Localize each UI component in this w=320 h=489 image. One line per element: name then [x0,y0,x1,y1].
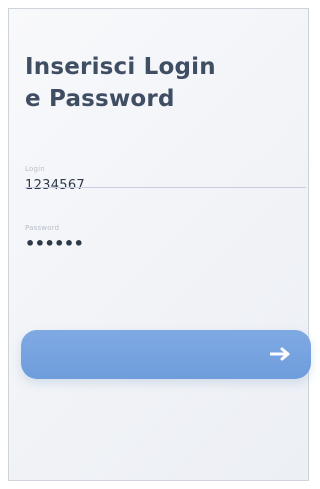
submit-button[interactable] [21,330,311,379]
password-label: Password [25,224,60,232]
login-field-underline [25,187,306,188]
page-title-line-1: Inserisci Login [25,54,216,80]
login-label: Login [25,165,45,173]
right-arrow-icon [270,347,290,361]
password-field[interactable]: •••••• [25,236,84,252]
login-screen: Inserisci Login e Password Login 1234567… [8,8,311,481]
page-title-line-2: e Password [25,86,175,112]
login-field[interactable]: 1234567 [25,178,85,194]
page-title: Inserisci Login e Password [25,51,275,115]
